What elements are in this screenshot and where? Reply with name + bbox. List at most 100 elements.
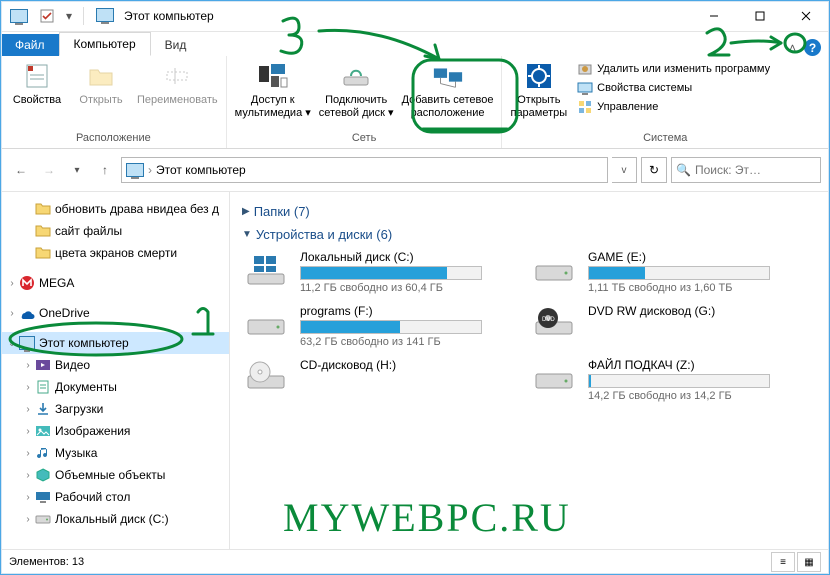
tree-item[interactable]: › Рабочий стол: [1, 486, 229, 508]
objects-icon: [35, 467, 51, 483]
system-properties-button[interactable]: Свойства системы: [575, 79, 772, 97]
uninstall-program-button[interactable]: Удалить или изменить программу: [575, 60, 772, 78]
address-bar: ← → ▾ ↑ › Этот компьютер v ↻ 🔍 Поиск: Эт…: [1, 149, 829, 192]
drive-item[interactable]: Локальный диск (C:)11,2 ГБ свободно из 6…: [242, 250, 502, 294]
minimize-button[interactable]: [691, 1, 737, 31]
chevron-right-icon: ▶: [242, 206, 250, 217]
folder-icon: [35, 245, 51, 261]
tree-item[interactable]: ›Объемные объекты: [1, 464, 229, 486]
tree-item[interactable]: › Изображения: [1, 420, 229, 442]
tree-item[interactable]: ⌄Этот компьютер: [1, 332, 229, 354]
qat-pc-icon[interactable]: [7, 4, 31, 28]
close-button[interactable]: [783, 1, 829, 31]
tree-item-label: цвета экранов смерти: [55, 246, 177, 260]
titlebar-pc-icon: [96, 8, 112, 24]
ribbon-collapse-caret[interactable]: ˄: [789, 41, 796, 55]
drive-item[interactable]: programs (F:)63,2 ГБ свободно из 141 ГБ: [242, 304, 502, 348]
tab-file[interactable]: Файл: [1, 34, 59, 56]
quick-access-toolbar: ▾: [1, 4, 122, 28]
history-caret[interactable]: ▾: [65, 158, 89, 182]
drive-item[interactable]: DVD DVD RW дисковод (G:): [530, 304, 790, 348]
tree-item[interactable]: ›Видео: [1, 354, 229, 376]
qat-divider: [83, 7, 84, 25]
drive-item[interactable]: GAME (E:)1,11 ТБ свободно из 1,60 ТБ: [530, 250, 790, 294]
expand-toggle[interactable]: ›: [21, 492, 35, 503]
qat-check-icon[interactable]: [35, 4, 59, 28]
tab-view[interactable]: Вид: [151, 34, 201, 56]
desktop-icon: [35, 489, 51, 505]
mega-icon: [19, 275, 35, 291]
tree-item[interactable]: ›OneDrive: [1, 302, 229, 324]
tree-item-label: Рабочий стол: [55, 490, 130, 504]
qat-customize-caret[interactable]: ▾: [63, 9, 75, 23]
drive-item[interactable]: CD-дисковод (H:): [242, 358, 502, 402]
tree-item[interactable]: ·сайт файлы: [1, 220, 229, 242]
expand-toggle[interactable]: ›: [21, 470, 35, 481]
drive-name: ФАЙЛ ПОДКАЧ (Z:): [588, 358, 790, 372]
maximize-button[interactable]: [737, 1, 783, 31]
nav-tree[interactable]: ·обновить драва нвидеа без д·сайт файлы·…: [1, 192, 230, 549]
content-pane[interactable]: ▶ Папки (7) ▼ Устройства и диски (6) Лок…: [230, 192, 829, 549]
tree-item-label: Локальный диск (С:): [55, 512, 169, 526]
expand-toggle[interactable]: ›: [21, 514, 35, 525]
help-icon[interactable]: ?: [804, 39, 821, 56]
refresh-button[interactable]: ↻: [641, 157, 667, 183]
manage-button[interactable]: Управление: [575, 98, 772, 116]
expand-toggle[interactable]: ⌄: [5, 338, 19, 349]
back-button[interactable]: ←: [9, 158, 33, 182]
drive-item[interactable]: ФАЙЛ ПОДКАЧ (Z:)14,2 ГБ свободно из 14,2…: [530, 358, 790, 402]
media-access-button[interactable]: Доступ к мультимедиа ▾: [231, 58, 315, 122]
history-dropdown[interactable]: v: [612, 157, 637, 183]
tree-item-label: обновить драва нвидеа без д: [55, 202, 219, 216]
section-drives[interactable]: ▼ Устройства и диски (6): [242, 227, 817, 242]
ribbon-group-location: Свойства Открыть Переименовать Расположе…: [1, 56, 227, 148]
address-field[interactable]: › Этот компьютер: [121, 157, 608, 183]
properties-button[interactable]: Свойства: [5, 58, 69, 109]
svg-text:DVD: DVD: [542, 317, 555, 323]
up-button[interactable]: ↑: [93, 158, 117, 182]
view-icons-toggle[interactable]: ▦: [797, 552, 821, 572]
drive-icon: [530, 250, 578, 290]
drive-name: CD-дисковод (H:): [300, 358, 502, 372]
folder-icon: [35, 223, 51, 239]
tree-item-label: Загрузки: [55, 402, 103, 416]
chevron-down-icon: ▼: [242, 229, 252, 240]
expand-toggle[interactable]: ›: [5, 278, 19, 289]
expand-toggle[interactable]: ›: [21, 382, 35, 393]
tree-item[interactable]: › Локальный диск (С:): [1, 508, 229, 530]
tree-item[interactable]: › MEGA: [1, 272, 229, 294]
tree-item[interactable]: ·обновить драва нвидеа без д: [1, 198, 229, 220]
drive-name: Локальный диск (C:): [300, 250, 502, 264]
onedrive-icon: [19, 305, 35, 321]
expand-toggle[interactable]: ›: [21, 448, 35, 459]
downloads-icon: [35, 401, 51, 417]
tab-computer[interactable]: Компьютер: [59, 32, 151, 56]
search-field[interactable]: 🔍 Поиск: Эт…: [671, 157, 821, 183]
drive-name: DVD RW дисковод (G:): [588, 304, 790, 318]
add-network-location-button[interactable]: Добавить сетевое расположение: [398, 58, 498, 122]
window-title: Этот компьютер: [122, 9, 214, 23]
tree-item[interactable]: › Загрузки: [1, 398, 229, 420]
tree-item-label: Изображения: [55, 424, 130, 438]
expand-toggle[interactable]: ›: [5, 308, 19, 319]
tree-item[interactable]: ·цвета экранов смерти: [1, 242, 229, 264]
expand-toggle[interactable]: ›: [21, 404, 35, 415]
drive-usage-bar: [300, 266, 482, 280]
titlebar: ▾ Этот компьютер: [1, 1, 829, 32]
map-drive-button[interactable]: Подключить сетевой диск ▾: [315, 58, 398, 122]
tree-item-label: MEGA: [39, 276, 74, 290]
expand-toggle[interactable]: ›: [21, 426, 35, 437]
open-settings-button[interactable]: Открыть параметры: [506, 58, 571, 122]
address-pc-icon: [126, 163, 144, 177]
address-text: Этот компьютер: [156, 163, 246, 177]
drive-name: programs (F:): [300, 304, 502, 318]
expand-toggle[interactable]: ›: [21, 360, 35, 371]
tree-item[interactable]: ›Музыка: [1, 442, 229, 464]
tree-item[interactable]: ›Документы: [1, 376, 229, 398]
docs-icon: [35, 379, 51, 395]
pictures-icon: [35, 423, 51, 439]
body: ·обновить драва нвидеа без д·сайт файлы·…: [1, 192, 829, 549]
section-folders[interactable]: ▶ Папки (7): [242, 204, 817, 219]
view-details-toggle[interactable]: ≡: [771, 552, 795, 572]
ribbon-group-network-label: Сеть: [231, 130, 498, 146]
